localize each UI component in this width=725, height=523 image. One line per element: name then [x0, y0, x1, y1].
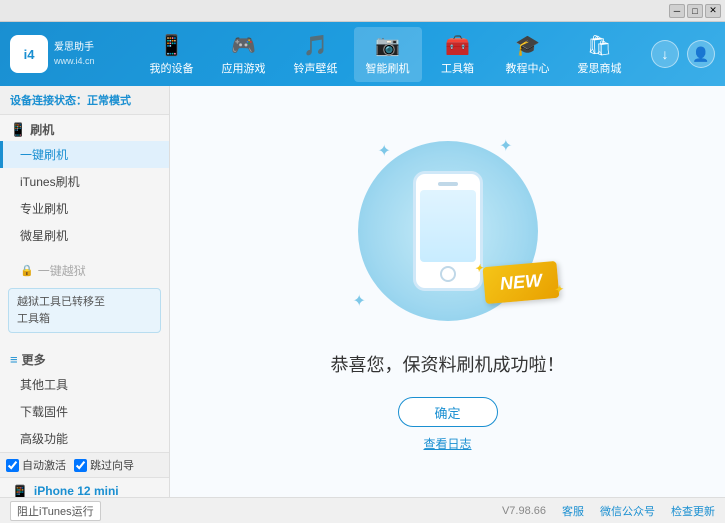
- success-message: 恭喜您，保资料刷机成功啦！: [331, 351, 565, 377]
- phone-illustration: ✦ ✦ ✦ NEW: [348, 131, 548, 331]
- version-label: V7.98.66: [502, 505, 546, 517]
- sparkle-1: ✦: [378, 141, 391, 161]
- nav-tut-icon: 🎓: [515, 33, 540, 58]
- logo-icon: i4: [10, 35, 48, 73]
- footer-right: V7.98.66 客服 微信公众号 检查更新: [502, 503, 715, 519]
- nav-device-label: 我的设备: [150, 60, 194, 76]
- nav-ringtones[interactable]: 🎵 铃声壁纸: [282, 27, 350, 82]
- phone-speaker: [438, 182, 458, 186]
- sidebar-item-advanced[interactable]: 高级功能: [0, 425, 169, 452]
- check-update-link[interactable]: 检查更新: [671, 503, 715, 519]
- header-right: ↓ 👤: [651, 40, 715, 68]
- skip-wizard-checkbox[interactable]: 跳过向导: [74, 457, 134, 473]
- minimize-btn[interactable]: ─: [669, 4, 685, 18]
- nav-toolbox[interactable]: 🧰 工具箱: [426, 27, 490, 82]
- section-flash: 📱 刷机: [0, 115, 169, 141]
- logo-text: 爱思助手 www.i4.cn: [54, 41, 95, 68]
- sidebar-item-micro-flash[interactable]: 微星刷机: [0, 222, 169, 249]
- device-phone-icon: 📱: [10, 484, 30, 497]
- auto-activate-input[interactable]: [6, 459, 19, 472]
- nav-shop[interactable]: 🛍 爱思商城: [566, 27, 634, 82]
- nav-device-icon: 📱: [159, 33, 184, 58]
- nav-flash-label: 智能刷机: [366, 60, 410, 76]
- skip-wizard-input[interactable]: [74, 459, 87, 472]
- stop-itunes-btn[interactable]: 阻止iTunes运行: [10, 501, 101, 521]
- nav-ring-label: 铃声壁纸: [294, 60, 338, 76]
- footer: 阻止iTunes运行 V7.98.66 客服 微信公众号 检查更新: [0, 497, 725, 523]
- section-more: ≡ 更多: [0, 345, 169, 371]
- jailbreak-info-box: 越狱工具已转移至 工具箱: [8, 288, 161, 333]
- sparkle-3: ✦: [353, 291, 366, 311]
- new-badge: NEW: [482, 261, 559, 304]
- nav-apps-games[interactable]: 🎮 应用游戏: [210, 27, 278, 82]
- phone-home-btn: [440, 266, 456, 282]
- sidebar-item-itunes-flash[interactable]: iTunes刷机: [0, 168, 169, 195]
- lock-icon: 🔒: [20, 264, 34, 277]
- logo-area: i4 爱思助手 www.i4.cn: [10, 35, 100, 73]
- title-bar: ─ □ ✕: [0, 0, 725, 22]
- device-info-area: 📱 iPhone 12 mini 64GB Down-12mini-13,1: [0, 477, 169, 497]
- download-btn[interactable]: ↓: [651, 40, 679, 68]
- nav-tutorials[interactable]: 🎓 教程中心: [494, 27, 562, 82]
- header: i4 爱思助手 www.i4.cn 📱 我的设备 🎮 应用游戏 🎵 铃声壁纸 📷…: [0, 22, 725, 86]
- content-area: ✦ ✦ ✦ NEW 恭喜您，保资料刷机成功啦！ 确定 查看日志: [170, 86, 725, 497]
- sidebar-item-download-firmware[interactable]: 下载固件: [0, 398, 169, 425]
- maximize-btn[interactable]: □: [687, 4, 703, 18]
- section-jailbreak-locked: 🔒 一键越狱: [0, 257, 169, 284]
- nav-ring-icon: 🎵: [303, 33, 328, 58]
- more-section-icon: ≡: [10, 352, 18, 367]
- auto-activate-checkbox[interactable]: 自动激活: [6, 457, 66, 473]
- flash-section-icon: 📱: [10, 122, 26, 138]
- nav-apps-icon: 🎮: [231, 33, 256, 58]
- close-btn[interactable]: ✕: [705, 4, 721, 18]
- nav-bar: 📱 我的设备 🎮 应用游戏 🎵 铃声壁纸 📷 智能刷机 🧰 工具箱 🎓 教程中心…: [120, 27, 651, 82]
- nav-apps-label: 应用游戏: [222, 60, 266, 76]
- footer-left: 阻止iTunes运行: [10, 501, 101, 521]
- device-name: iPhone 12 mini: [34, 484, 123, 497]
- wechat-link[interactable]: 微信公众号: [600, 503, 655, 519]
- nav-tool-label: 工具箱: [441, 60, 474, 76]
- view-journal-link[interactable]: 查看日志: [423, 435, 471, 452]
- sidebar-item-other-tools[interactable]: 其他工具: [0, 371, 169, 398]
- phone-screen: [420, 190, 476, 262]
- nav-flash-icon: 📷: [375, 33, 400, 58]
- sidebar-item-one-click-flash[interactable]: 一键刷机: [0, 141, 169, 168]
- user-btn[interactable]: 👤: [687, 40, 715, 68]
- checkbox-row: 自动激活 跳过向导: [0, 452, 169, 477]
- confirm-button[interactable]: 确定: [398, 397, 498, 427]
- phone-body: [413, 171, 483, 291]
- nav-smart-flash[interactable]: 📷 智能刷机: [354, 27, 422, 82]
- sidebar-item-pro-flash[interactable]: 专业刷机: [0, 195, 169, 222]
- sidebar: 设备连接状态：正常模式 📱 刷机 一键刷机 iTunes刷机 专业刷机 微星刷机…: [0, 86, 170, 497]
- nav-tool-icon: 🧰: [445, 33, 470, 58]
- nav-shop-icon: 🛍: [587, 33, 612, 58]
- nav-tut-label: 教程中心: [506, 60, 550, 76]
- main-layout: 设备连接状态：正常模式 📱 刷机 一键刷机 iTunes刷机 专业刷机 微星刷机…: [0, 86, 725, 497]
- nav-my-device[interactable]: 📱 我的设备: [138, 27, 206, 82]
- customer-service-link[interactable]: 客服: [562, 503, 584, 519]
- connection-status: 设备连接状态：正常模式: [0, 86, 169, 115]
- sparkle-2: ✦: [499, 136, 512, 156]
- status-value: 正常模式: [87, 95, 131, 107]
- nav-shop-label: 爱思商城: [578, 60, 622, 76]
